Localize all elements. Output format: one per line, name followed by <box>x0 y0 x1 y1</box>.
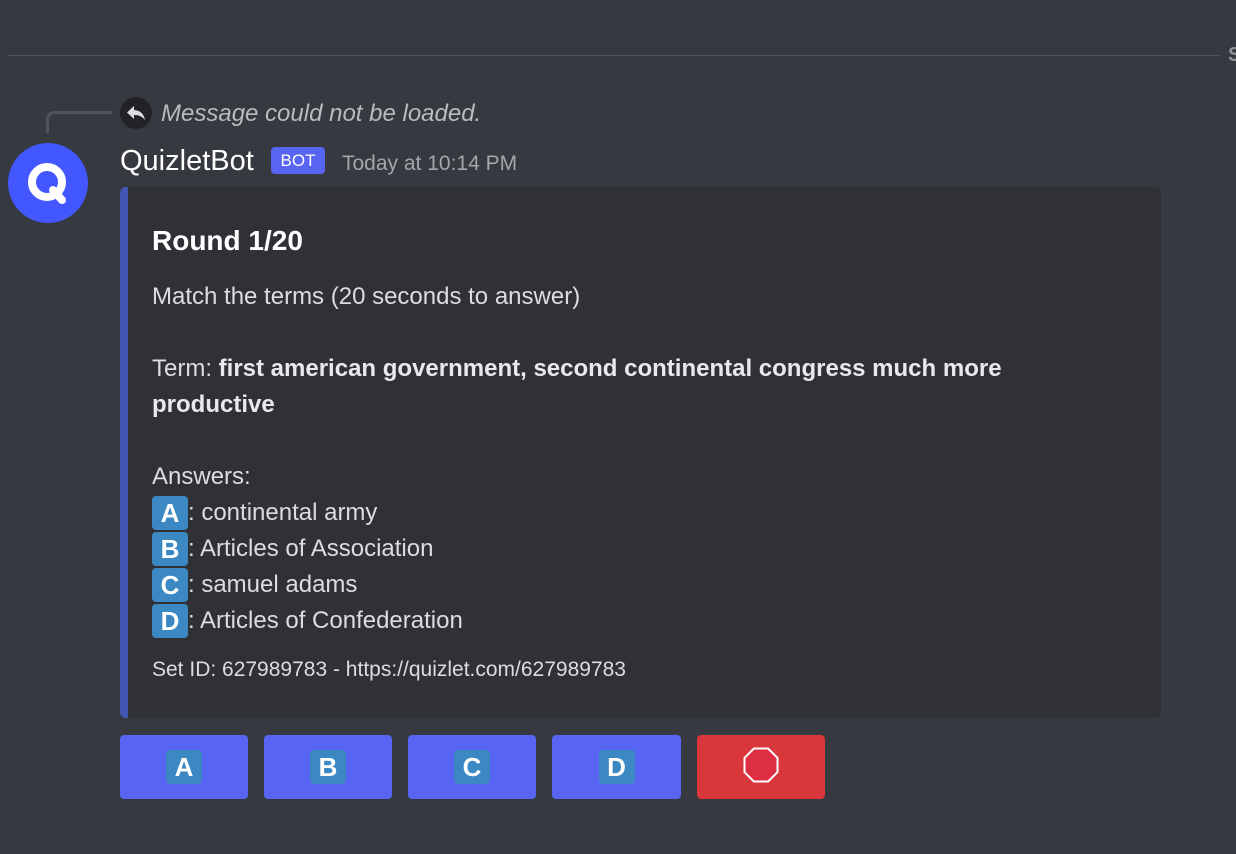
embed-description: Match the terms (20 seconds to answer) T… <box>152 279 1072 639</box>
message-timestamp: Today at 10:14 PM <box>342 152 518 175</box>
answer-text: : Articles of Association <box>188 535 434 562</box>
regional-indicator-b-icon: B <box>152 532 188 566</box>
answer-item: B: Articles of Association <box>152 531 1072 567</box>
answer-item: C: samuel adams <box>152 567 1072 603</box>
stop-sign-icon <box>742 746 780 789</box>
regional-indicator-a-icon: A <box>166 750 202 784</box>
reply-spine <box>46 111 112 133</box>
reply-unavailable-text[interactable]: Message could not be loaded. <box>161 99 481 129</box>
regional-indicator-b-icon: B <box>310 750 346 784</box>
avatar[interactable] <box>8 143 88 223</box>
answer-item: D: Articles of Confederation <box>152 603 1072 639</box>
answer-d-button[interactable]: D <box>552 735 681 799</box>
answer-text: : samuel adams <box>188 571 358 598</box>
regional-indicator-a-icon: A <box>152 496 188 530</box>
term-label: Term: <box>152 355 219 382</box>
term-text: first american government, second contin… <box>218 355 1002 382</box>
term-line: Term: first american government, second … <box>152 351 1072 387</box>
username[interactable]: QuizletBot <box>120 143 254 179</box>
regional-indicator-c-icon: C <box>454 750 490 784</box>
divider-partial-label: S <box>1228 44 1236 66</box>
embed-title: Round 1/20 <box>152 225 303 256</box>
regional-indicator-c-icon: C <box>152 568 188 602</box>
answer-a-button[interactable]: A <box>120 735 248 799</box>
message-divider <box>8 55 1220 56</box>
regional-indicator-d-icon: D <box>598 750 635 784</box>
term-text-continued: productive <box>152 391 275 418</box>
quiz-embed: Round 1/20 Match the terms (20 seconds t… <box>120 187 1161 718</box>
bot-badge: BOT <box>271 147 325 174</box>
answer-text: : continental army <box>188 499 378 526</box>
embed-footer: Set ID: 627989783 - https://quizlet.com/… <box>152 658 626 681</box>
answer-item: A: continental army <box>152 495 1072 531</box>
instructions-text: Match the terms (20 seconds to answer) <box>152 283 581 310</box>
answers-label: Answers: <box>152 463 251 490</box>
term-line-continued: productive <box>152 387 1072 423</box>
stop-quiz-button[interactable] <box>697 735 825 799</box>
regional-indicator-d-icon: D <box>152 604 188 638</box>
answer-b-button[interactable]: B <box>264 735 392 799</box>
answer-text: : Articles of Confederation <box>188 607 463 634</box>
reply-arrow-icon <box>120 97 152 129</box>
answer-c-button[interactable]: C <box>408 735 536 799</box>
